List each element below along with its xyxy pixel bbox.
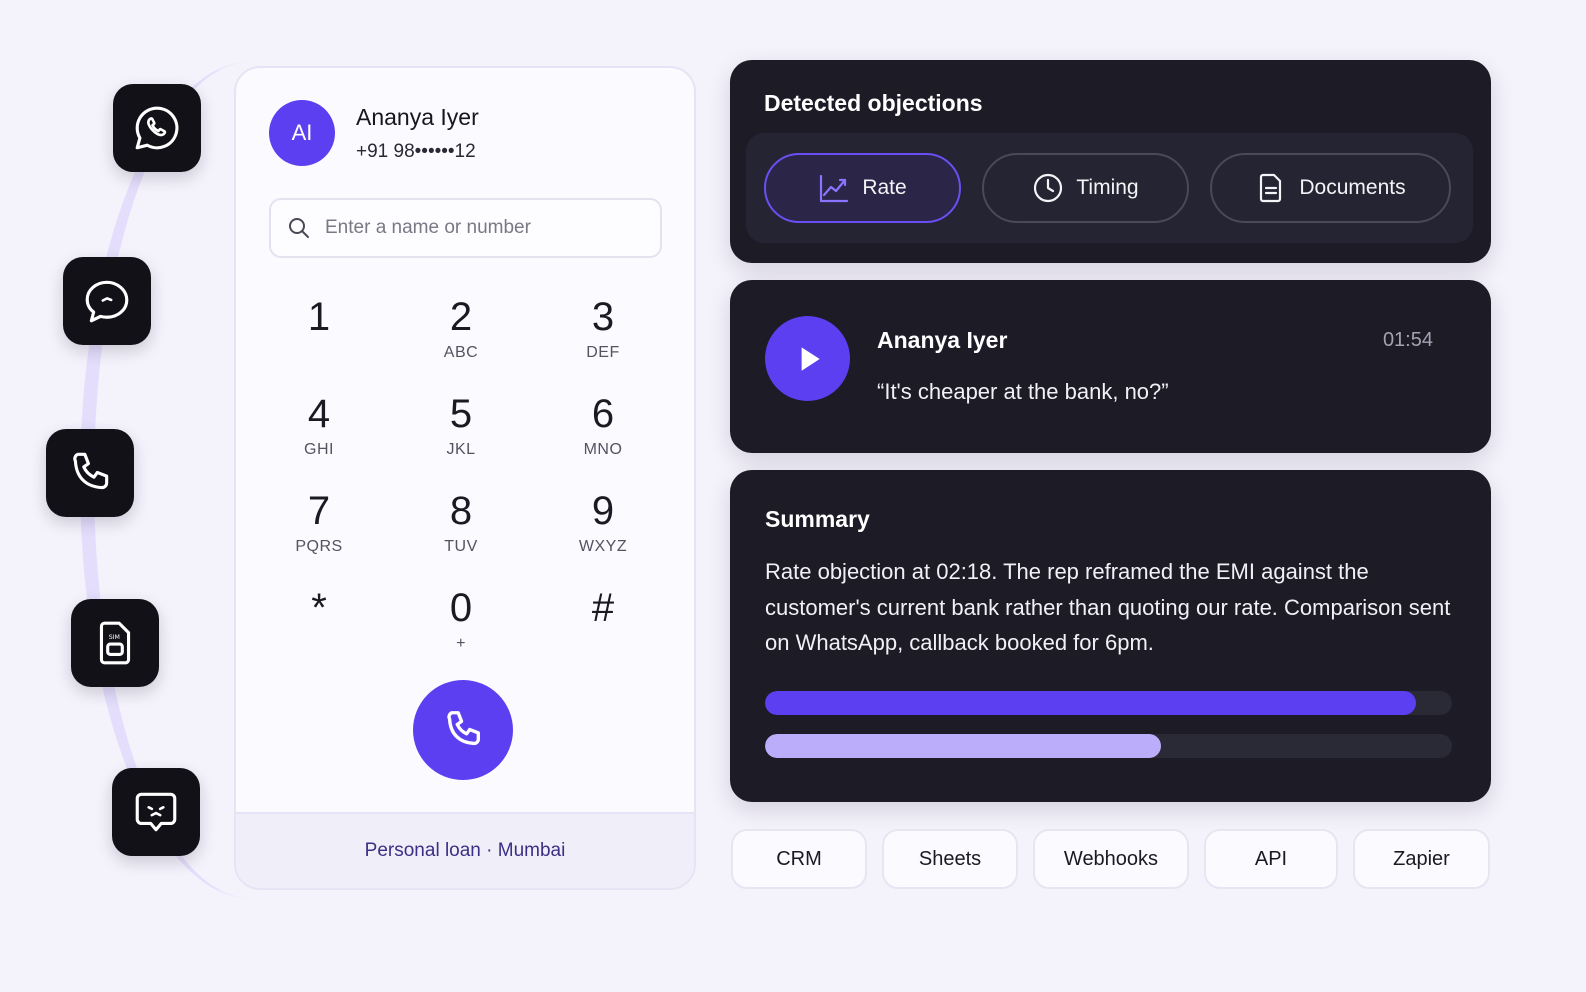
dial-key-letters: PQRS — [295, 538, 343, 555]
dial-key[interactable]: 4 GHI — [248, 385, 390, 482]
objection-label: Timing — [1076, 176, 1139, 199]
contact-details: Ananya Iyer +91 98••••••12 — [356, 104, 479, 163]
integration-sheets[interactable]: Sheets — [882, 829, 1018, 889]
dial-key-digit: 6 — [591, 392, 615, 436]
dial-key-digit: 9 — [591, 489, 615, 533]
document-icon — [1260, 173, 1282, 203]
phone-icon — [73, 452, 109, 490]
summary-panel: Summary Rate objection at 02:18. The rep… — [730, 470, 1491, 802]
summary-title: Summary — [765, 506, 870, 532]
objection-label: Documents — [1299, 176, 1406, 199]
play-icon — [801, 346, 820, 371]
dial-key[interactable]: 9 WXYZ — [532, 482, 674, 579]
dial-key[interactable]: 3 DEF — [532, 288, 674, 385]
objection-documents[interactable]: Documents — [1210, 153, 1451, 223]
dial-key-digit: 7 — [307, 489, 331, 533]
objections-panel: Detected objections Rate Timing Document… — [730, 60, 1491, 263]
dial-key-digit: 5 — [449, 392, 473, 436]
progress-bar-track — [765, 734, 1452, 758]
dialer-card: AI Ananya Iyer +91 98••••••12 1 2 ABC 3 DEF 4… — [234, 66, 696, 890]
channel-sim[interactable]: SIM — [71, 599, 159, 687]
contact-header: AI Ananya Iyer +91 98••••••12 — [269, 100, 479, 166]
search-icon — [289, 218, 309, 238]
dial-key-letters: MNO — [583, 441, 623, 458]
keypad: 1 2 ABC 3 DEF 4 GHI 5 JKL 6 MNO 7 PQRS 8 TUV 9 WXYZ * 0 + # — [248, 288, 678, 676]
dial-key-digit: 3 — [591, 295, 615, 339]
contact-phone: +91 98••••••12 — [356, 140, 476, 162]
objection-rate[interactable]: Rate — [764, 153, 961, 223]
dial-key[interactable]: # — [532, 579, 674, 676]
channel-whatsapp[interactable] — [113, 84, 201, 172]
transcript-quote: “It's cheaper at the bank, no?” — [877, 379, 1169, 404]
dial-key[interactable]: 0 + — [390, 579, 532, 676]
call-button[interactable] — [413, 680, 513, 780]
integration-webhooks[interactable]: Webhooks — [1033, 829, 1189, 889]
objection-timing[interactable]: Timing — [982, 153, 1189, 223]
transcript-panel: Ananya Iyer 01:54 “It's cheaper at the b… — [730, 280, 1491, 453]
progress-bar-track — [765, 691, 1452, 715]
dial-key-digit: 1 — [307, 295, 331, 339]
dial-key-digit: # — [591, 586, 615, 630]
search-box — [269, 198, 662, 258]
transcript-timestamp: 01:54 — [1382, 329, 1433, 351]
dial-key[interactable]: 8 TUV — [390, 482, 532, 579]
dial-key-letters: WXYZ — [578, 538, 628, 555]
play-button[interactable] — [765, 316, 850, 401]
dial-key-digit: 4 — [307, 392, 331, 436]
objections-title: Detected objections — [764, 90, 983, 116]
dial-key[interactable]: 7 PQRS — [248, 482, 390, 579]
integration-api[interactable]: API — [1204, 829, 1338, 889]
speaker-name: Ananya Iyer — [877, 327, 1008, 353]
dial-key-digit: 2 — [449, 295, 473, 339]
svg-text:SIM: SIM — [109, 634, 120, 641]
dial-key-letters: GHI — [304, 441, 334, 458]
message-icon — [135, 792, 177, 832]
channel-message[interactable] — [112, 768, 200, 856]
contact-name: Ananya Iyer — [356, 103, 479, 130]
progress-bar-fill — [765, 691, 1417, 715]
integration-zapier[interactable]: Zapier — [1353, 829, 1490, 889]
dial-key-letters: JKL — [446, 441, 476, 458]
progress-bar-fill — [765, 734, 1162, 758]
dial-key[interactable]: * — [248, 579, 390, 676]
dial-key-letters: + — [456, 635, 466, 652]
dialer-footer: Personal loan · Mumbai — [236, 812, 694, 888]
whatsapp-icon — [135, 106, 179, 150]
dial-key[interactable]: 6 MNO — [532, 385, 674, 482]
dial-key-digit: * — [311, 586, 327, 630]
channel-phone[interactable] — [46, 429, 134, 517]
chat-bubble-icon — [85, 280, 129, 323]
dial-key-letters: TUV — [444, 538, 478, 555]
dial-key-digit: 0 — [449, 586, 473, 630]
channel-chat[interactable] — [63, 257, 151, 345]
search-input[interactable] — [325, 217, 645, 239]
dial-key-letters: DEF — [586, 344, 620, 361]
integration-crm[interactable]: CRM — [731, 829, 867, 889]
dial-key[interactable]: 5 JKL — [390, 385, 532, 482]
dial-key-letters: ABC — [443, 344, 479, 361]
objections-list: Rate Timing Documents — [746, 133, 1473, 243]
sim-card-icon: SIM — [99, 621, 131, 665]
dial-key-digit: 8 — [449, 489, 473, 533]
objection-label: Rate — [862, 176, 907, 199]
avatar: AI — [269, 100, 335, 166]
dial-key[interactable]: 1 — [248, 288, 390, 385]
summary-text: Rate objection at 02:18. The rep reframe… — [765, 559, 1451, 655]
phone-icon — [447, 711, 481, 746]
clock-icon — [1034, 173, 1063, 203]
trend-chart-icon — [820, 174, 849, 203]
dial-key[interactable]: 2 ABC — [390, 288, 532, 385]
